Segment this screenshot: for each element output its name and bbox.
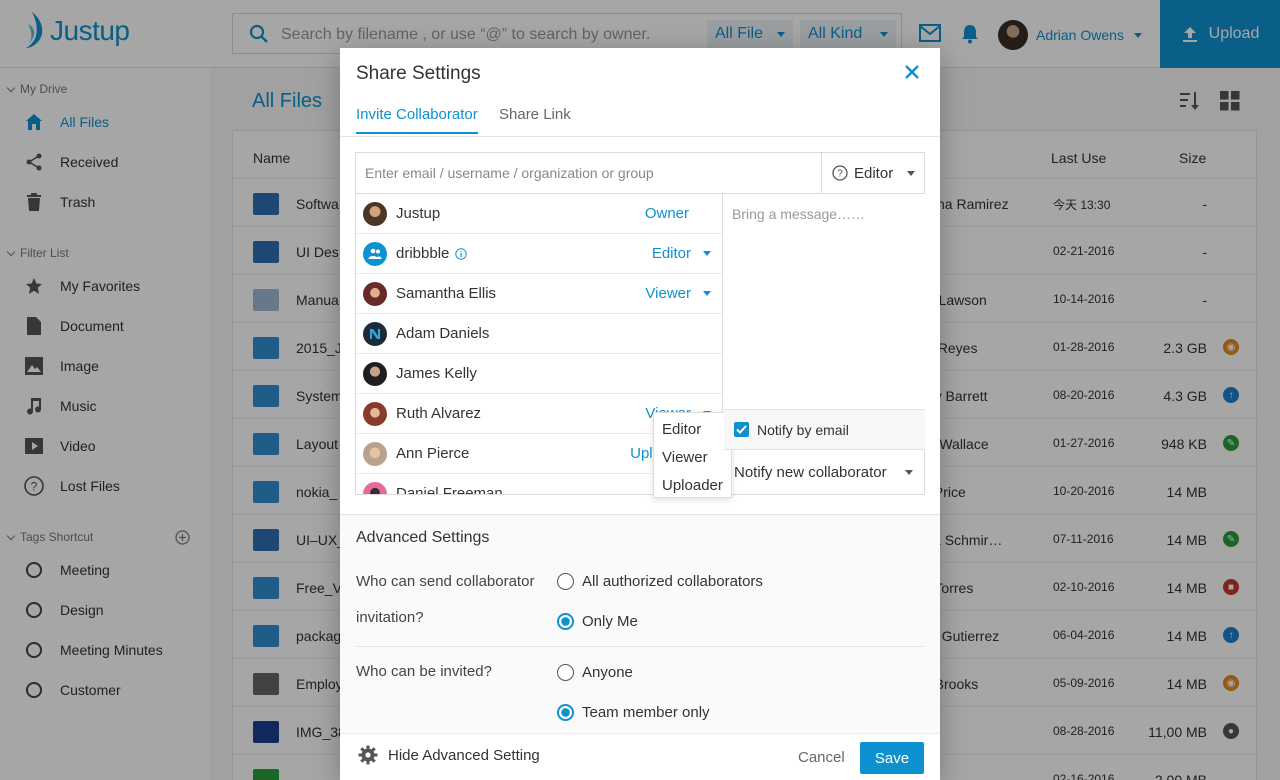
dialog-title: Share Settings bbox=[356, 63, 481, 84]
divider bbox=[356, 646, 924, 647]
group-icon bbox=[368, 248, 382, 259]
svg-text:?: ? bbox=[837, 169, 843, 180]
radio-anyone[interactable]: Anyone bbox=[557, 664, 633, 681]
group-avatar bbox=[363, 242, 387, 266]
invite-permission-question: Who can send collaborator invitation? bbox=[356, 573, 535, 626]
message-input[interactable] bbox=[724, 194, 925, 409]
role-dropdown-menu: Editor Viewer Uploader bbox=[653, 412, 732, 498]
collaborator-role: Editor bbox=[651, 245, 691, 262]
collaborator-row: Justup Owner bbox=[356, 194, 722, 234]
collaborator-name: Ruth Alvarez bbox=[396, 405, 482, 422]
role-option-uploader[interactable]: Uploader bbox=[654, 472, 731, 500]
help-icon: ? bbox=[832, 165, 848, 181]
chevron-down-icon bbox=[703, 291, 711, 296]
info-icon[interactable] bbox=[455, 247, 468, 260]
person-avatar bbox=[363, 282, 387, 306]
chevron-down-icon bbox=[703, 251, 711, 256]
radio-label: Anyone bbox=[582, 664, 633, 681]
invitee-question: Who can be invited? bbox=[356, 663, 492, 680]
justup-avatar bbox=[363, 202, 387, 226]
radio-label: Team member only bbox=[582, 704, 710, 721]
notify-select[interactable]: Notify new collaborator bbox=[724, 450, 925, 495]
hide-advanced-label: Hide Advanced Setting bbox=[388, 746, 540, 764]
radio-only-me[interactable]: Only Me bbox=[557, 613, 638, 630]
radio-checked-icon bbox=[557, 613, 574, 630]
tab-invite-collaborator[interactable]: Invite Collaborator bbox=[356, 106, 478, 134]
collaborator-name: Daniel Freeman bbox=[396, 485, 503, 494]
dialog-footer: Hide Advanced Setting Cancel Save bbox=[340, 733, 940, 780]
role-option-viewer[interactable]: Viewer bbox=[654, 444, 731, 472]
collaborator-row: James Kelly bbox=[356, 354, 722, 394]
collaborator-role: Owner bbox=[644, 205, 689, 222]
app: Justup Search by filename , or use “@” t… bbox=[0, 0, 1280, 780]
tabs-divider bbox=[340, 136, 940, 137]
collaborator-row: Adam Daniels bbox=[356, 314, 722, 354]
share-settings-dialog: Share Settings Invite Collaborator Share… bbox=[340, 48, 940, 780]
radio-unchecked-icon bbox=[557, 573, 574, 590]
logo-icon bbox=[370, 329, 380, 339]
default-role-value: Editor bbox=[854, 164, 894, 182]
role-option-editor[interactable]: Editor bbox=[654, 416, 731, 444]
hide-advanced-button[interactable]: Hide Advanced Setting bbox=[358, 745, 540, 765]
invite-panel: ? Editor Justup Owner dribbble bbox=[355, 152, 925, 498]
collaborator-name: dribbble bbox=[396, 245, 450, 262]
collaborator-name: Adam Daniels bbox=[396, 325, 490, 342]
collaborator-role: Viewer bbox=[645, 285, 691, 302]
radio-unchecked-icon bbox=[557, 664, 574, 681]
radio-label: Only Me bbox=[582, 613, 638, 630]
radio-label: All authorized collaborators bbox=[582, 573, 763, 590]
radio-all-authorized[interactable]: All authorized collaborators bbox=[557, 573, 763, 590]
collaborator-row: Samantha Ellis Viewer bbox=[356, 274, 722, 314]
radio-team-member-only[interactable]: Team member only bbox=[557, 704, 710, 721]
close-icon[interactable] bbox=[903, 63, 921, 81]
collaborator-role-select[interactable]: Editor bbox=[652, 245, 711, 262]
person-avatar bbox=[363, 482, 387, 494]
collaborator-name: Ann Pierce bbox=[396, 445, 470, 462]
notify-email-label: Notify by email bbox=[757, 421, 849, 438]
chevron-down-icon bbox=[907, 170, 916, 176]
tab-share-link[interactable]: Share Link bbox=[499, 106, 571, 132]
cancel-button[interactable]: Cancel bbox=[798, 749, 845, 766]
collaborator-role-select[interactable]: Viewer bbox=[645, 285, 711, 302]
collaborator-name: Samantha Ellis bbox=[396, 285, 497, 302]
email-input[interactable] bbox=[356, 153, 822, 194]
advanced-settings-title: Advanced Settings bbox=[356, 529, 490, 546]
collaborator-row: dribbble Editor bbox=[356, 234, 722, 274]
radio-checked-icon bbox=[557, 704, 574, 721]
notify-select-value: Notify new collaborator bbox=[734, 464, 887, 481]
default-role-select[interactable]: ? Editor bbox=[822, 153, 925, 194]
person-avatar bbox=[363, 362, 387, 386]
logo-avatar bbox=[363, 322, 387, 346]
person-avatar bbox=[363, 402, 387, 426]
gear-icon bbox=[358, 745, 378, 765]
checkbox-checked-icon bbox=[734, 422, 749, 437]
save-button[interactable]: Save bbox=[860, 742, 924, 774]
chevron-down-icon bbox=[905, 470, 913, 475]
person-avatar bbox=[363, 442, 387, 466]
collaborator-name: Justup bbox=[396, 205, 441, 222]
notify-by-email-checkbox[interactable]: Notify by email bbox=[724, 409, 925, 450]
collaborator-name: James Kelly bbox=[396, 365, 477, 382]
